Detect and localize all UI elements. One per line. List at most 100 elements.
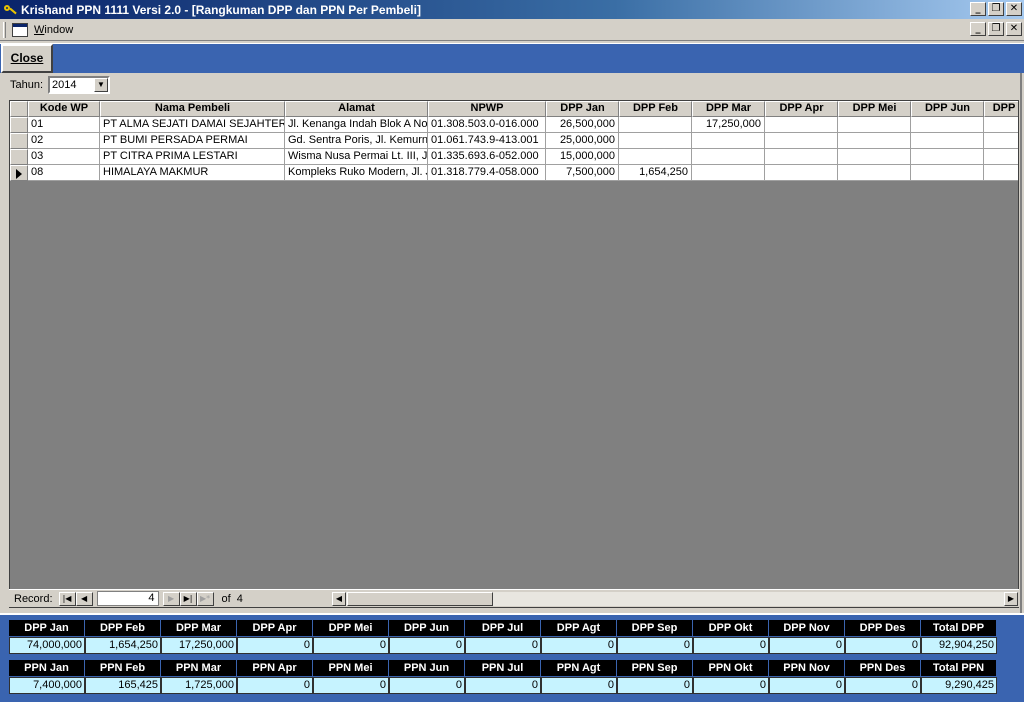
sum-value: 0 (845, 637, 921, 654)
cell-dpp-feb[interactable] (619, 133, 692, 149)
table-row[interactable]: 01 PT ALMA SEJATI DAMAI SEJAHTERA Jl. Ke… (10, 117, 1018, 133)
cell-alamat[interactable]: Jl. Kenanga Indah Blok A No. (285, 117, 428, 133)
cell-kode[interactable]: 03 (28, 149, 100, 165)
record-total: 4 (236, 592, 243, 605)
cell-dpp-mar[interactable] (692, 149, 765, 165)
cell-partial[interactable] (984, 133, 1018, 149)
cell-partial[interactable] (984, 117, 1018, 133)
summary-panel: DPP Jan DPP Feb DPP Mar DPP Apr DPP Mei … (0, 613, 1024, 702)
cell-dpp-jun[interactable] (911, 149, 984, 165)
cell-dpp-jan[interactable]: 25,000,000 (546, 133, 619, 149)
cell-partial[interactable] (984, 149, 1018, 165)
cell-dpp-mar[interactable] (692, 165, 765, 181)
sum-header: DPP Des (845, 620, 921, 636)
new-record-button[interactable]: ▶* (196, 591, 214, 606)
current-row-arrow-icon (16, 169, 22, 179)
cell-dpp-apr[interactable] (765, 133, 838, 149)
first-record-button[interactable]: |◀ (58, 591, 76, 606)
cell-dpp-mei[interactable] (838, 117, 911, 133)
chevron-down-icon[interactable]: ▼ (94, 78, 108, 92)
cell-nama[interactable]: PT ALMA SEJATI DAMAI SEJAHTERA (100, 117, 285, 133)
cell-dpp-jun[interactable] (911, 133, 984, 149)
cell-dpp-jan[interactable]: 26,500,000 (546, 117, 619, 133)
cell-dpp-mei[interactable] (838, 149, 911, 165)
cell-nama[interactable]: HIMALAYA MAKMUR (100, 165, 285, 181)
table-row[interactable]: 03 PT CITRA PRIMA LESTARI Wisma Nusa Per… (10, 149, 1018, 165)
tahun-label: Tahun: (10, 79, 44, 91)
col-kode-wp[interactable]: Kode WP (28, 101, 100, 117)
cell-dpp-jan[interactable]: 15,000,000 (546, 149, 619, 165)
cell-dpp-mei[interactable] (838, 165, 911, 181)
mdi-close-button[interactable]: ✕ (1006, 22, 1022, 36)
close-window-button[interactable]: ✕ (1006, 2, 1022, 16)
cell-dpp-feb[interactable] (619, 149, 692, 165)
sum-header: DPP Jul (465, 620, 541, 636)
col-dpp-apr[interactable]: DPP Apr (765, 101, 838, 117)
cell-dpp-feb[interactable] (619, 117, 692, 133)
col-nama-pembeli[interactable]: Nama Pembeli (100, 101, 285, 117)
dpp-summary-values: 74,000,000 1,654,250 17,250,000 0 0 0 0 … (9, 637, 997, 654)
row-selector[interactable] (10, 133, 28, 149)
close-button[interactable]: Close (1, 44, 53, 73)
cell-kode[interactable]: 02 (28, 133, 100, 149)
next-record-button[interactable]: ▶ (162, 591, 180, 606)
cell-npwp[interactable]: 01.308.503.0-016.000 (428, 117, 546, 133)
col-dpp-jan[interactable]: DPP Jan (546, 101, 619, 117)
sum-header: PPN Mei (313, 660, 389, 676)
row-selector[interactable] (10, 149, 28, 165)
cell-npwp[interactable]: 01.061.743.9-413.001 (428, 133, 546, 149)
col-dpp-feb[interactable]: DPP Feb (619, 101, 692, 117)
cell-alamat[interactable]: Gd. Sentra Poris, Jl. Kemurni (285, 133, 428, 149)
tahun-select[interactable]: 2014 ▼ (48, 76, 110, 94)
row-selector[interactable] (10, 117, 28, 133)
cell-dpp-mar[interactable] (692, 133, 765, 149)
sum-header: DPP Apr (237, 620, 313, 636)
cell-nama[interactable]: PT CITRA PRIMA LESTARI (100, 149, 285, 165)
cell-dpp-apr[interactable] (765, 149, 838, 165)
document-window-icon[interactable] (12, 22, 28, 37)
table-row-current[interactable]: 08 HIMALAYA MAKMUR Kompleks Ruko Modern,… (10, 165, 1018, 181)
sum-value-total: 9,290,425 (921, 677, 997, 694)
scroll-right-icon[interactable]: ▶ (1004, 592, 1018, 606)
table-row[interactable]: 02 PT BUMI PERSADA PERMAI Gd. Sentra Por… (10, 133, 1018, 149)
cell-npwp[interactable]: 01.318.779.4-058.000 (428, 165, 546, 181)
cell-alamat[interactable]: Wisma Nusa Permai Lt. III, Jl. (285, 149, 428, 165)
col-dpp-mar[interactable]: DPP Mar (692, 101, 765, 117)
sum-value: 0 (769, 637, 845, 654)
restore-button[interactable]: ❐ (988, 2, 1004, 16)
cell-dpp-apr[interactable] (765, 165, 838, 181)
col-alamat[interactable]: Alamat (285, 101, 428, 117)
col-dpp-partial[interactable]: DPP (984, 101, 1018, 117)
mdi-controls: _ ❐ ✕ (970, 22, 1022, 36)
cell-kode[interactable]: 08 (28, 165, 100, 181)
row-selector-current[interactable] (10, 165, 28, 181)
menu-window[interactable]: Window (34, 24, 73, 36)
cell-dpp-apr[interactable] (765, 117, 838, 133)
sum-value: 0 (465, 677, 541, 694)
cell-dpp-jun[interactable] (911, 165, 984, 181)
sum-value: 0 (541, 637, 617, 654)
sum-header: PPN Apr (237, 660, 313, 676)
last-record-button[interactable]: ▶| (179, 591, 197, 606)
cell-dpp-jan[interactable]: 7,500,000 (546, 165, 619, 181)
mdi-minimize-button[interactable]: _ (970, 22, 986, 36)
cell-dpp-jun[interactable] (911, 117, 984, 133)
col-dpp-mei[interactable]: DPP Mei (838, 101, 911, 117)
cell-alamat[interactable]: Kompleks Ruko Modern, Jl. Je (285, 165, 428, 181)
scroll-left-icon[interactable]: ◀ (332, 592, 346, 606)
cell-partial[interactable] (984, 165, 1018, 181)
cell-kode[interactable]: 01 (28, 117, 100, 133)
cell-dpp-feb[interactable]: 1,654,250 (619, 165, 692, 181)
cell-dpp-mei[interactable] (838, 133, 911, 149)
col-npwp[interactable]: NPWP (428, 101, 546, 117)
cell-nama[interactable]: PT BUMI PERSADA PERMAI (100, 133, 285, 149)
prev-record-button[interactable]: ◀ (75, 591, 93, 606)
record-number-input[interactable]: 4 (96, 591, 159, 606)
minimize-button[interactable]: _ (970, 2, 986, 16)
horizontal-scrollbar[interactable]: ◀ ▶ (331, 591, 1019, 607)
scroll-thumb[interactable] (347, 592, 493, 606)
cell-npwp[interactable]: 01.335.693.6-052.000 (428, 149, 546, 165)
mdi-restore-button[interactable]: ❐ (988, 22, 1004, 36)
col-dpp-jun[interactable]: DPP Jun (911, 101, 984, 117)
cell-dpp-mar[interactable]: 17,250,000 (692, 117, 765, 133)
